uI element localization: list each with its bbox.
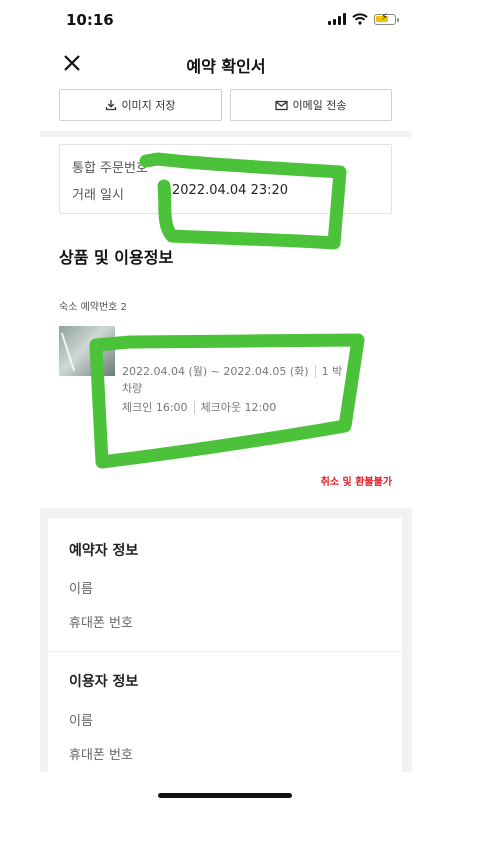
status-icons: ⚡ xyxy=(328,12,399,25)
stay-dates: 2022.04.04 (월) ~ 2022.04.05 (화) 1 박 xyxy=(122,363,343,379)
reservation-confirmation-screen: 10:16 ⚡ 예약 확인서 이미지 저장 이메일 전송 통합 주문번호 거래 … xyxy=(40,0,412,853)
booker-phone-label: 휴대폰 번호 xyxy=(69,616,133,631)
booker-name-label: 이름 xyxy=(69,582,93,597)
page-title: 예약 확인서 xyxy=(186,57,266,76)
stay-reservation-number-label: 숙소 예약번호 2 xyxy=(59,302,127,313)
home-indicator xyxy=(158,793,292,798)
user-name-label: 이름 xyxy=(69,714,93,729)
user-info-card: 이용자 정보 이름 휴대폰 번호 xyxy=(48,652,402,772)
section-divider xyxy=(40,131,412,137)
accommodation-thumbnail xyxy=(59,326,115,376)
check-in-time: 체크인 16:00 xyxy=(122,401,188,414)
user-phone-label: 휴대폰 번호 xyxy=(69,748,133,763)
order-number-label: 통합 주문번호 xyxy=(72,161,148,176)
mail-icon xyxy=(275,100,289,110)
transaction-date-label: 거래 일시 xyxy=(72,188,124,203)
refund-policy-note: 취소 및 환불불가 xyxy=(320,477,392,488)
send-email-label: 이메일 전송 xyxy=(292,99,347,112)
stay-date-range: 2022.04.04 (월) ~ 2022.04.05 (화) xyxy=(122,365,309,378)
stay-nights: 1 박 xyxy=(314,365,343,378)
check-in-out: 체크인 16:00 체크아웃 12:00 xyxy=(122,399,277,415)
check-out-time: 체크아웃 12:00 xyxy=(193,401,277,414)
battery-icon: ⚡ xyxy=(374,12,399,25)
car-label: 차량 xyxy=(122,382,143,395)
booker-info-card: 예약자 정보 이름 휴대폰 번호 xyxy=(48,518,402,651)
order-summary-box: 통합 주문번호 거래 일시 2022.04.04 23:20 xyxy=(59,144,392,214)
product-section-title: 상품 및 이용정보 xyxy=(59,248,174,267)
transaction-date-value: 2022.04.04 23:20 xyxy=(172,183,289,198)
status-bar: 10:16 ⚡ xyxy=(40,0,412,40)
status-time: 10:16 xyxy=(66,11,114,29)
wifi-icon xyxy=(352,13,368,25)
booker-info-title: 예약자 정보 xyxy=(69,543,139,559)
download-icon xyxy=(106,100,117,111)
save-image-button[interactable]: 이미지 저장 xyxy=(59,89,222,121)
signal-icon xyxy=(328,13,346,25)
save-image-label: 이미지 저장 xyxy=(121,99,176,112)
user-info-title: 이용자 정보 xyxy=(69,674,139,690)
send-email-button[interactable]: 이메일 전송 xyxy=(230,89,392,121)
